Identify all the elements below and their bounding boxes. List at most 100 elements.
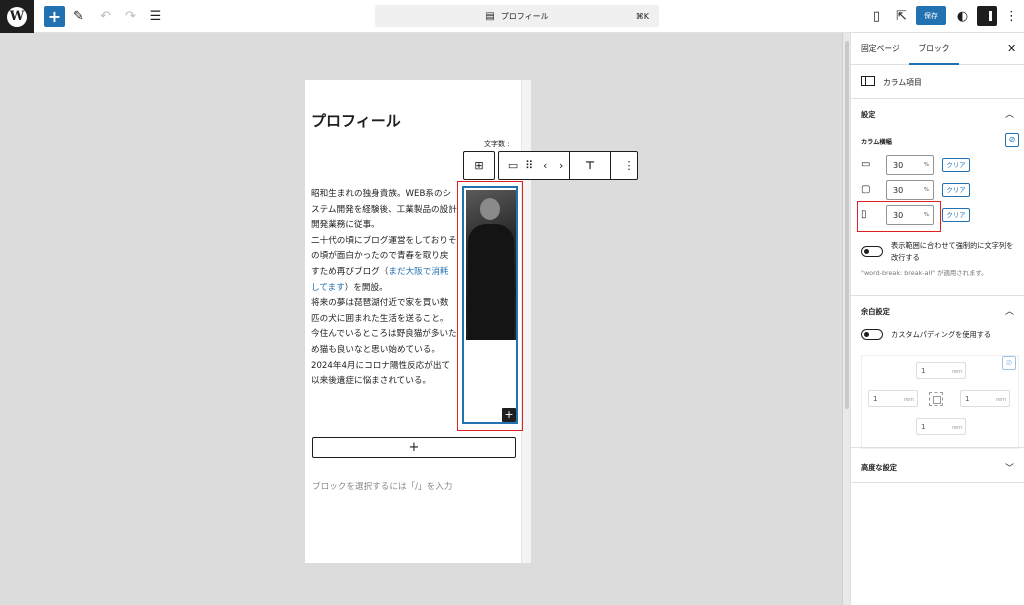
- column-add-block-button[interactable]: +: [502, 408, 516, 422]
- wordbreak-toggle-label: 表示範囲に合わせて強制的に文字列を改行する: [891, 241, 1014, 262]
- clear-button[interactable]: クリア: [942, 208, 970, 222]
- advanced-panel-title[interactable]: 高度な設定: [861, 463, 897, 473]
- block-inserter-button[interactable]: +: [44, 6, 65, 27]
- profile-paragraph[interactable]: 昭和生まれの独身貴族。WEB系のシステム開発を経験後、工業製品の設計開発業務に従…: [311, 187, 457, 390]
- page-title[interactable]: プロフィール: [311, 110, 401, 131]
- profile-text-line: 将来の夢は琵琶湖付近で家を買い数匹の犬に囲まれた生活を送ること。: [311, 298, 449, 324]
- padding-top-input[interactable]: 1 rem: [916, 362, 966, 379]
- wordbreak-help: "word-break: break-all" が適用されます。: [861, 269, 988, 277]
- photo-head: [480, 198, 500, 220]
- padding-value: 1: [921, 367, 926, 375]
- columns-icon: ⊞: [474, 159, 484, 172]
- page-icon: ▤: [485, 10, 495, 22]
- shortcut-hint: ⌘K: [635, 11, 649, 21]
- width-unit: %: [923, 162, 929, 168]
- drag-handle-icon[interactable]: ⠿: [521, 159, 537, 172]
- sidebar-tabs: 固定ページ ブロック ✕: [851, 33, 1024, 65]
- settings-sidebar-toggle[interactable]: [977, 6, 997, 26]
- pencil-icon[interactable]: ✎: [68, 6, 89, 27]
- padding-unit: rem: [952, 369, 962, 375]
- padding-unit: rem: [996, 397, 1006, 403]
- command-palette-button[interactable]: ▤ プロフィール ⌘K: [375, 5, 659, 27]
- column-width-label: カラム横幅: [861, 139, 892, 146]
- profile-text-line: ）を開設。: [344, 282, 388, 293]
- document-title: プロフィール: [500, 11, 549, 21]
- wordbreak-toggle[interactable]: [861, 246, 883, 257]
- device-preview-icon[interactable]: ▯: [866, 6, 887, 27]
- tab-page[interactable]: 固定ページ: [861, 33, 900, 65]
- block-options-icon[interactable]: ⋮: [621, 159, 637, 172]
- width-row-mobile: ▯ 30 % クリア: [861, 205, 1021, 225]
- padding-value: 1: [873, 395, 878, 403]
- padding-control: 1 rem 1 rem 1 rem 1 rem: [861, 355, 1019, 449]
- width-input-tablet[interactable]: 30 %: [886, 180, 934, 200]
- tab-block[interactable]: ブロック: [909, 33, 959, 65]
- move-left-icon[interactable]: ‹: [537, 159, 553, 172]
- column-block-icon: [861, 76, 875, 86]
- wordpress-logo-button[interactable]: W: [0, 0, 34, 33]
- chevron-up-icon[interactable]: ︿: [1005, 304, 1014, 317]
- top-toolbar: W + ✎ ↶ ↷ ☰ ▤ プロフィール ⌘K ▯ ⇱ 保存 ◐ ⋮: [0, 0, 1024, 33]
- width-row-tablet: ▢ 30 % クリア: [861, 180, 1021, 200]
- padding-value: 1: [965, 395, 970, 403]
- desktop-icon: ▭: [861, 159, 871, 170]
- divider: [851, 482, 1024, 483]
- width-value: 30: [893, 186, 904, 195]
- link-icon[interactable]: ⊘: [1005, 133, 1019, 147]
- padding-value: 1: [921, 423, 926, 431]
- block-appender-button[interactable]: +: [312, 437, 516, 458]
- block-toolbar: ▭ ⠿ ‹ › ⊤ ⋮: [498, 151, 638, 180]
- custom-padding-label: カスタムパディングを使用する: [891, 330, 992, 339]
- width-input-mobile[interactable]: 30 %: [886, 205, 934, 225]
- padding-right-input[interactable]: 1 rem: [960, 390, 1010, 407]
- padding-unit: rem: [952, 425, 962, 431]
- mobile-icon: ▯: [861, 209, 867, 220]
- tablet-icon: ▢: [861, 184, 871, 195]
- empty-block-placeholder[interactable]: ブロックを選択するには「/」を入力: [312, 480, 452, 492]
- close-icon[interactable]: ✕: [1007, 42, 1016, 55]
- settings-sidebar: 固定ページ ブロック ✕ カラム項目 設定 ︿ カラム横幅 ⊘ ▭ 30 % ク…: [850, 33, 1024, 605]
- vertical-align-top-icon[interactable]: ⊤: [582, 159, 598, 172]
- profile-text-line: 昭和生まれの独身貴族。WEB系のシステム開発を経験後、工業製品の設計開発業務に従…: [311, 189, 457, 231]
- profile-text-line: 今住んでいるところは野良猫が多いため猫も良いなと思い始めている。: [311, 329, 457, 355]
- select-parent-block-button[interactable]: ⊞: [463, 151, 495, 180]
- padding-bottom-input[interactable]: 1 rem: [916, 418, 966, 435]
- chevron-up-icon[interactable]: ︿: [1005, 107, 1014, 120]
- padding-left-input[interactable]: 1 rem: [868, 390, 918, 407]
- width-value: 30: [893, 211, 904, 220]
- toolbar-divider: [610, 151, 611, 180]
- word-count-label: 文字数 :: [484, 140, 510, 148]
- width-value: 30: [893, 161, 904, 170]
- profile-photo[interactable]: [466, 190, 516, 340]
- padding-center-icon: [929, 392, 943, 406]
- jetpack-icon[interactable]: ◐: [952, 6, 973, 27]
- width-row-desktop: ▭ 30 % クリア: [861, 155, 1021, 175]
- padding-unit: rem: [904, 397, 914, 403]
- undo-icon[interactable]: ↶: [95, 6, 116, 27]
- custom-padding-toggle[interactable]: [861, 329, 883, 340]
- settings-panel-title[interactable]: 設定: [861, 110, 875, 120]
- scrollbar-thumb[interactable]: [845, 41, 849, 409]
- padding-panel-title[interactable]: 余白設定: [861, 307, 890, 317]
- chevron-down-icon[interactable]: ﹀: [1005, 461, 1014, 474]
- save-button[interactable]: 保存: [916, 6, 946, 25]
- profile-text-line: 2024年4月にコロナ陽性反応が出て以来後遺症に悩まされている。: [311, 360, 451, 387]
- move-right-icon[interactable]: ›: [553, 159, 569, 172]
- list-view-icon[interactable]: ☰: [145, 6, 166, 27]
- more-options-icon[interactable]: ⋮: [1001, 6, 1022, 27]
- clear-button[interactable]: クリア: [942, 158, 970, 172]
- selected-column-block[interactable]: [462, 186, 518, 424]
- width-input-desktop[interactable]: 30 %: [886, 155, 934, 175]
- divider: [851, 295, 1024, 296]
- block-card: カラム項目: [851, 65, 1024, 99]
- clear-button[interactable]: クリア: [942, 183, 970, 197]
- width-unit: %: [923, 187, 929, 193]
- divider: [851, 447, 1024, 448]
- toolbar-divider: [569, 151, 571, 180]
- view-external-icon[interactable]: ⇱: [891, 6, 912, 27]
- wordpress-logo-icon: W: [7, 6, 27, 27]
- canvas-scrollbar[interactable]: [842, 33, 850, 605]
- block-name: カラム項目: [883, 78, 922, 87]
- redo-icon[interactable]: ↷: [120, 6, 141, 27]
- column-block-icon[interactable]: ▭: [505, 159, 521, 172]
